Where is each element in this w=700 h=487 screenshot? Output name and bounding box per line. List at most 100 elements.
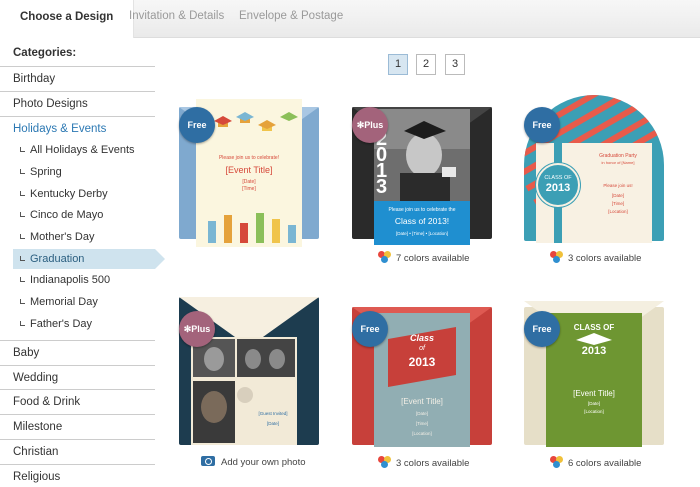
subcategory-label: Cinco de Mayo	[30, 209, 104, 221]
tab-envelope-postage[interactable]: Envelope & Postage	[239, 10, 343, 22]
invitation-preview: [Guest Invited] [Date]	[191, 337, 297, 445]
photo-collage	[193, 339, 295, 443]
subcategory-cinco-de-mayo[interactable]: Cinco de Mayo	[13, 205, 155, 225]
badge-year: 2013	[545, 182, 571, 194]
invite-line: [Location]	[412, 431, 432, 436]
free-badge: Free	[524, 107, 560, 143]
colors-label: 3 colors available	[396, 458, 470, 469]
subcategory-label: Memorial Day	[30, 296, 98, 308]
categories-heading: Categories:	[13, 47, 77, 59]
invitation-preview: CLASS OF 2013 [Event Title] [Date] [Loca…	[546, 313, 642, 447]
corner-icon	[20, 234, 25, 239]
free-badge: Free	[352, 311, 388, 347]
subcategory-fathers-day[interactable]: Father's Day	[13, 314, 155, 334]
category-food-drink[interactable]: Food & Drink	[0, 389, 155, 413]
subcategory-memorial-day[interactable]: Memorial Day	[13, 292, 155, 312]
subcategory-label: Mother's Day	[30, 231, 95, 243]
step-tabs: Choose a Design Invitation & Details Env…	[0, 0, 700, 38]
hands-graphic	[208, 213, 296, 243]
invite-line: CLASS OF	[573, 323, 615, 332]
page-1-button[interactable]: 1	[388, 54, 408, 75]
colors-available[interactable]: 7 colors available	[378, 251, 469, 264]
invite-line: [Time]	[242, 186, 256, 192]
design-card-1[interactable]: Please join us to celebrate! [Event Titl…	[179, 95, 319, 247]
colors-available[interactable]: 3 colors available	[550, 251, 641, 264]
invite-title: [Event Title]	[401, 397, 443, 406]
invite-line: [Location]	[584, 409, 604, 414]
camera-icon	[201, 456, 215, 466]
category-christian[interactable]: Christian	[0, 439, 155, 463]
invite-line: Graduation Party	[599, 153, 637, 159]
page-3-button[interactable]: 3	[445, 54, 465, 75]
colors-label: 7 colors available	[396, 253, 470, 264]
invite-line: in honor of [Name]	[601, 160, 635, 165]
design-card-2[interactable]: 2013 Please join us to celebrate the Cla…	[352, 95, 492, 264]
invite-line: [Date]	[415, 411, 428, 416]
design-card-3[interactable]: CLASS OF 2013 Graduation Party in honor …	[524, 95, 664, 264]
ribbon-line: of	[419, 345, 425, 352]
colors-label: 3 colors available	[568, 253, 642, 264]
subcategory-label: Indianapolis 500	[30, 274, 111, 286]
plus-badge: ✻Plus	[179, 311, 215, 347]
class-badge: CLASS OF 2013	[536, 163, 580, 207]
invite-title: Class of 2013!	[394, 216, 450, 226]
badge-label: Plus	[364, 120, 384, 130]
corner-icon	[20, 147, 25, 152]
category-sidebar: Categories: Birthday Photo Designs Holid…	[0, 38, 165, 487]
category-baby[interactable]: Baby	[0, 340, 155, 364]
invitation-preview: CLASS OF 2013 Graduation Party in honor …	[536, 143, 652, 243]
invite-line: [Date]	[611, 193, 624, 198]
category-religious[interactable]: Religious	[0, 464, 155, 487]
design-card-5[interactable]: Class of 2013 [Event Title] [Date] [Time…	[352, 297, 492, 469]
badge-line: CLASS OF	[544, 175, 572, 181]
add-photo-link[interactable]: Add your own photo	[201, 456, 306, 468]
category-photo-designs[interactable]: Photo Designs	[0, 91, 155, 115]
invite-banner: Please join us to celebrate the Class of…	[374, 201, 470, 245]
free-badge: Free	[179, 107, 215, 143]
category-holidays-events[interactable]: Holidays & Events	[0, 116, 155, 140]
design-card-6[interactable]: CLASS OF 2013 [Event Title] [Date] [Loca…	[524, 297, 664, 469]
subcategory-kentucky-derby[interactable]: Kentucky Derby	[13, 184, 155, 204]
subcategory-label: Spring	[30, 166, 62, 178]
invite-line: [Time]	[415, 421, 429, 426]
invite-line: Please join us to celebrate!	[218, 155, 280, 161]
subcategory-label: Father's Day	[30, 318, 93, 330]
subcategory-label: All Holidays & Events	[30, 144, 135, 156]
invite-line: [Location]	[608, 209, 628, 214]
plus-badge: ✻Plus	[352, 107, 388, 143]
ribbon-line: Class	[409, 333, 435, 343]
invite-line: Please join us!	[603, 183, 633, 188]
subcategory-all-holidays[interactable]: All Holidays & Events	[13, 140, 155, 160]
category-wedding[interactable]: Wedding	[0, 365, 155, 389]
invite-line: [Date]	[266, 421, 279, 426]
invite-title: [Event Title]	[225, 165, 273, 175]
invitation-preview: Class of 2013 [Event Title] [Date] [Time…	[374, 313, 470, 447]
subcategory-label: Graduation	[30, 253, 85, 265]
corner-icon	[20, 169, 25, 174]
corner-icon	[20, 277, 25, 282]
color-wheel-icon	[378, 251, 392, 263]
subcategory-graduation[interactable]: Graduation	[13, 249, 165, 269]
page-2-button[interactable]: 2	[416, 54, 436, 75]
category-birthday[interactable]: Birthday	[0, 66, 155, 90]
subcategory-spring[interactable]: Spring	[13, 162, 155, 182]
corner-icon	[20, 256, 25, 261]
subcategory-indianapolis-500[interactable]: Indianapolis 500	[13, 270, 155, 290]
invite-line: Please join us to celebrate the	[388, 207, 456, 213]
colors-available[interactable]: 3 colors available	[378, 456, 469, 469]
colors-available[interactable]: 6 colors available	[550, 456, 641, 469]
invite-line: [Date]	[242, 179, 256, 185]
category-milestone[interactable]: Milestone	[0, 414, 155, 438]
corner-icon	[20, 191, 25, 196]
color-wheel-icon	[550, 251, 564, 263]
corner-icon	[20, 299, 25, 304]
colors-label: 6 colors available	[568, 458, 642, 469]
invite-line: [Time]	[611, 201, 625, 206]
color-wheel-icon	[550, 456, 564, 468]
invite-year: 2013	[581, 345, 607, 357]
tab-choose-design[interactable]: Choose a Design	[0, 0, 135, 38]
subcategory-mothers-day[interactable]: Mother's Day	[13, 227, 155, 247]
tab-invitation-details[interactable]: Invitation & Details	[129, 10, 224, 22]
add-photo-label: Add your own photo	[221, 457, 306, 468]
design-card-4[interactable]: [Guest Invited] [Date] ✻Plus Add your ow…	[179, 297, 319, 468]
